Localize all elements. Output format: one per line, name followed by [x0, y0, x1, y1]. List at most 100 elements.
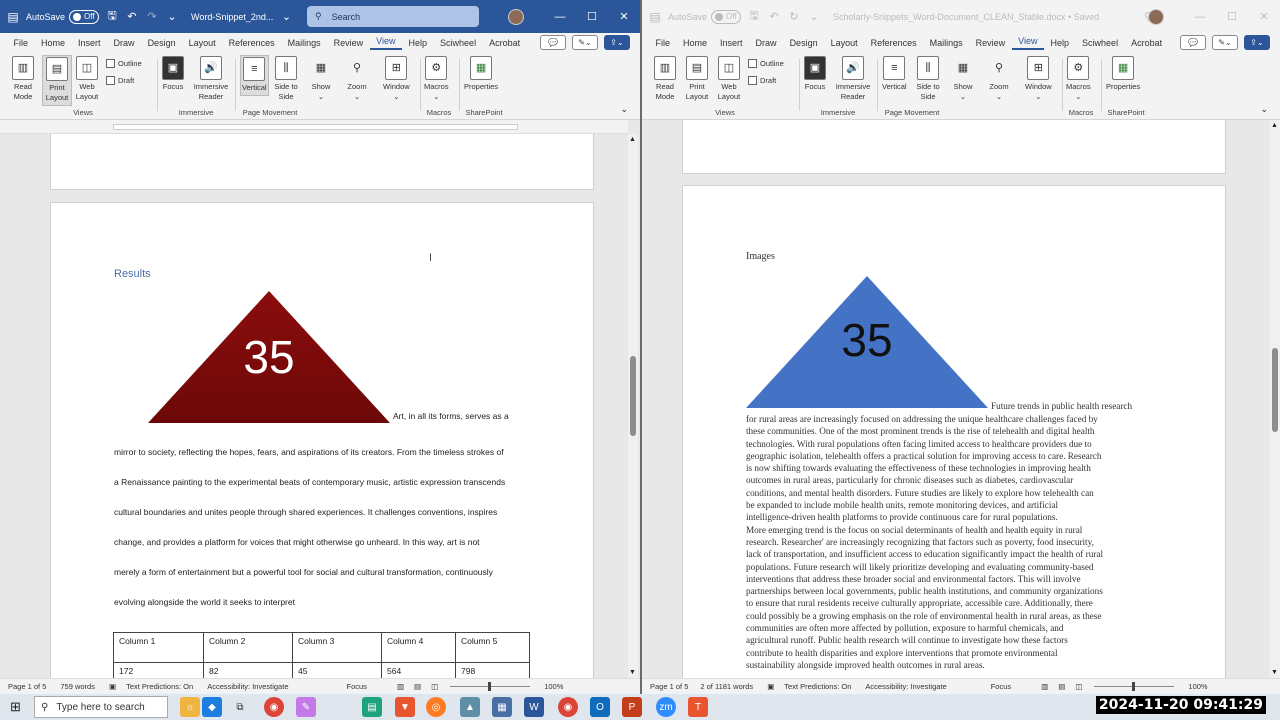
save-icon[interactable]: 🖫 [105, 7, 119, 26]
draft-button[interactable]: Draft [748, 76, 776, 85]
minimize-icon[interactable]: — [544, 11, 576, 23]
focus-button[interactable]: ▣ Focus [162, 56, 184, 92]
focus-mode[interactable]: Focus [991, 682, 1011, 691]
menu-layout[interactable]: Layout [182, 38, 222, 48]
autosave-control[interactable]: AutoSave Off [26, 9, 100, 24]
print-layout-button[interactable]: ▤ Print Layout [684, 56, 710, 102]
menu-sciwheel[interactable]: Sciwheel [1076, 38, 1125, 48]
clock[interactable]: 2024-11-20 09:41:29 [1095, 696, 1266, 714]
text-predictions[interactable]: Text Predictions: On [126, 682, 193, 691]
comments-button[interactable]: 💬 [540, 35, 566, 50]
show-button[interactable]: ▦ Show ⌄ [952, 56, 974, 102]
menu-home[interactable]: Home [35, 38, 72, 48]
page-count[interactable]: Page 1 of 5 [8, 682, 46, 691]
triangle-shape[interactable]: 35 [746, 276, 988, 410]
print-layout-button[interactable]: ▤ Print Layout [42, 55, 72, 106]
file-explorer-icon[interactable]: ▦ [492, 697, 512, 717]
immersive-reader-button[interactable]: 🔊 Immersive Reader [832, 56, 874, 102]
search-box[interactable]: ⚲ Search [307, 6, 479, 27]
close-icon[interactable]: ✕ [608, 10, 640, 23]
menu-help[interactable]: Help [402, 38, 434, 48]
copilot-icon[interactable]: ◆ [202, 697, 222, 717]
collapse-ribbon-icon[interactable]: ⌄ [620, 104, 628, 115]
share-button[interactable]: ⇪⌄ [604, 35, 630, 50]
accessibility-status[interactable]: Accessibility: Investigate [865, 682, 946, 691]
menu-acrobat[interactable]: Acrobat [1125, 38, 1169, 48]
zoom-slider[interactable] [1094, 682, 1175, 691]
avatar[interactable] [508, 8, 524, 25]
autosave-toggle[interactable]: Off [711, 9, 742, 24]
taskbar-search[interactable]: ⚲ Type here to search [34, 696, 168, 718]
widgets-icon[interactable]: ☼ [180, 697, 200, 717]
menu-sciwheel[interactable]: Sciwheel [434, 38, 483, 48]
document-canvas[interactable]: Results 35 Art, in all its forms, serves… [0, 134, 628, 678]
vertical-scrollbar[interactable]: ▲ ▼ [628, 134, 638, 678]
zoom-level[interactable]: 100% [1188, 682, 1207, 691]
maximize-icon[interactable]: ☐ [576, 10, 608, 23]
immersive-reader-button[interactable]: 🔊 Immersive Reader [190, 56, 232, 102]
zoom-button[interactable]: ⚲ Zoom ⌄ [346, 56, 368, 102]
maximize-icon[interactable]: ☐ [1216, 10, 1248, 23]
customize-qat-icon[interactable]: ⌄ [165, 10, 179, 23]
web-layout-icon[interactable]: ◫ [431, 682, 438, 691]
vertical-button[interactable]: ≡ Vertical [240, 55, 269, 96]
document-title[interactable]: Word-Snippet_2nd... [191, 12, 273, 22]
focus-button[interactable]: ▣ Focus [804, 56, 826, 92]
paint-icon[interactable]: ✎ [296, 697, 316, 717]
read-mode-icon[interactable]: ▥ [1041, 682, 1048, 691]
menu-acrobat[interactable]: Acrobat [483, 38, 527, 48]
menu-file[interactable]: File [7, 38, 35, 48]
macros-button[interactable]: ⚙ Macros ⌄ [1066, 56, 1091, 102]
menu-mailings[interactable]: Mailings [923, 38, 969, 48]
page-count[interactable]: Page 1 of 5 [650, 682, 688, 691]
window-button[interactable]: ⊞ Window ⌄ [383, 56, 410, 102]
triangle-shape[interactable]: 35 [148, 291, 390, 425]
proofing-icon[interactable]: ▣ [767, 682, 774, 691]
web-layout-button[interactable]: ◫ Web Layout [716, 56, 742, 102]
menu-help[interactable]: Help [1044, 38, 1076, 48]
minimize-icon[interactable]: — [1184, 11, 1216, 23]
editing-button[interactable]: ✎⌄ [1212, 35, 1238, 50]
side-to-side-button[interactable]: ⫼ Side to Side [914, 56, 942, 102]
menu-view[interactable]: View [369, 36, 403, 50]
text-predictions[interactable]: Text Predictions: On [784, 682, 851, 691]
outline-button[interactable]: Outline [748, 59, 784, 68]
draft-button[interactable]: Draft [106, 76, 134, 85]
app-icon[interactable]: ▲ [460, 697, 480, 717]
autosave-control[interactable]: AutoSave Off [668, 9, 742, 24]
menu-references[interactable]: References [222, 38, 281, 48]
task-view-icon[interactable]: ⧉ [230, 697, 250, 717]
outlook-icon[interactable]: O [590, 697, 610, 717]
window-button[interactable]: ⊞ Window ⌄ [1025, 56, 1052, 102]
menu-file[interactable]: File [649, 38, 677, 48]
side-to-side-button[interactable]: ⫼ Side to Side [272, 56, 300, 102]
powerpoint-icon[interactable]: P [622, 697, 642, 717]
menu-draw[interactable]: Draw [749, 38, 783, 48]
windows-start-icon[interactable]: ⊞ [10, 699, 21, 715]
menu-insert[interactable]: Insert [72, 38, 108, 48]
properties-button[interactable]: ▦ Properties [1106, 56, 1140, 92]
word-count[interactable]: 759 words [60, 682, 95, 691]
menu-references[interactable]: References [864, 38, 923, 48]
web-layout-button[interactable]: ◫ Web Layout [74, 56, 100, 102]
redo-icon[interactable]: ↷ [145, 10, 159, 23]
macros-button[interactable]: ⚙ Macros ⌄ [424, 56, 449, 102]
document-canvas[interactable]: Images 35 Future trends in public health… [642, 120, 1270, 678]
zoom-button[interactable]: ⚲ Zoom ⌄ [988, 56, 1010, 102]
vertical-scrollbar[interactable]: ▲ ▼ [1270, 120, 1280, 678]
document-title[interactable]: Scholarly-Snippets_Word-Document_CLEAN_S… [833, 12, 1099, 22]
outline-button[interactable]: Outline [106, 59, 142, 68]
comments-button[interactable]: 💬 [1180, 35, 1206, 50]
autosave-toggle[interactable]: Off [69, 9, 100, 24]
accessibility-status[interactable]: Accessibility: Investigate [207, 682, 288, 691]
show-button[interactable]: ▦ Show ⌄ [310, 56, 332, 102]
menu-design[interactable]: Design [141, 38, 182, 48]
vertical-button[interactable]: ≡ Vertical [882, 56, 907, 92]
web-layout-icon[interactable]: ◫ [1075, 682, 1082, 691]
menu-review[interactable]: Review [327, 38, 370, 48]
menu-review[interactable]: Review [969, 38, 1012, 48]
chrome-icon[interactable]: ◉ [264, 697, 284, 717]
word-icon[interactable]: W [524, 697, 544, 717]
zoom-slider[interactable] [450, 682, 531, 691]
firefox-icon[interactable]: ◎ [426, 697, 446, 717]
